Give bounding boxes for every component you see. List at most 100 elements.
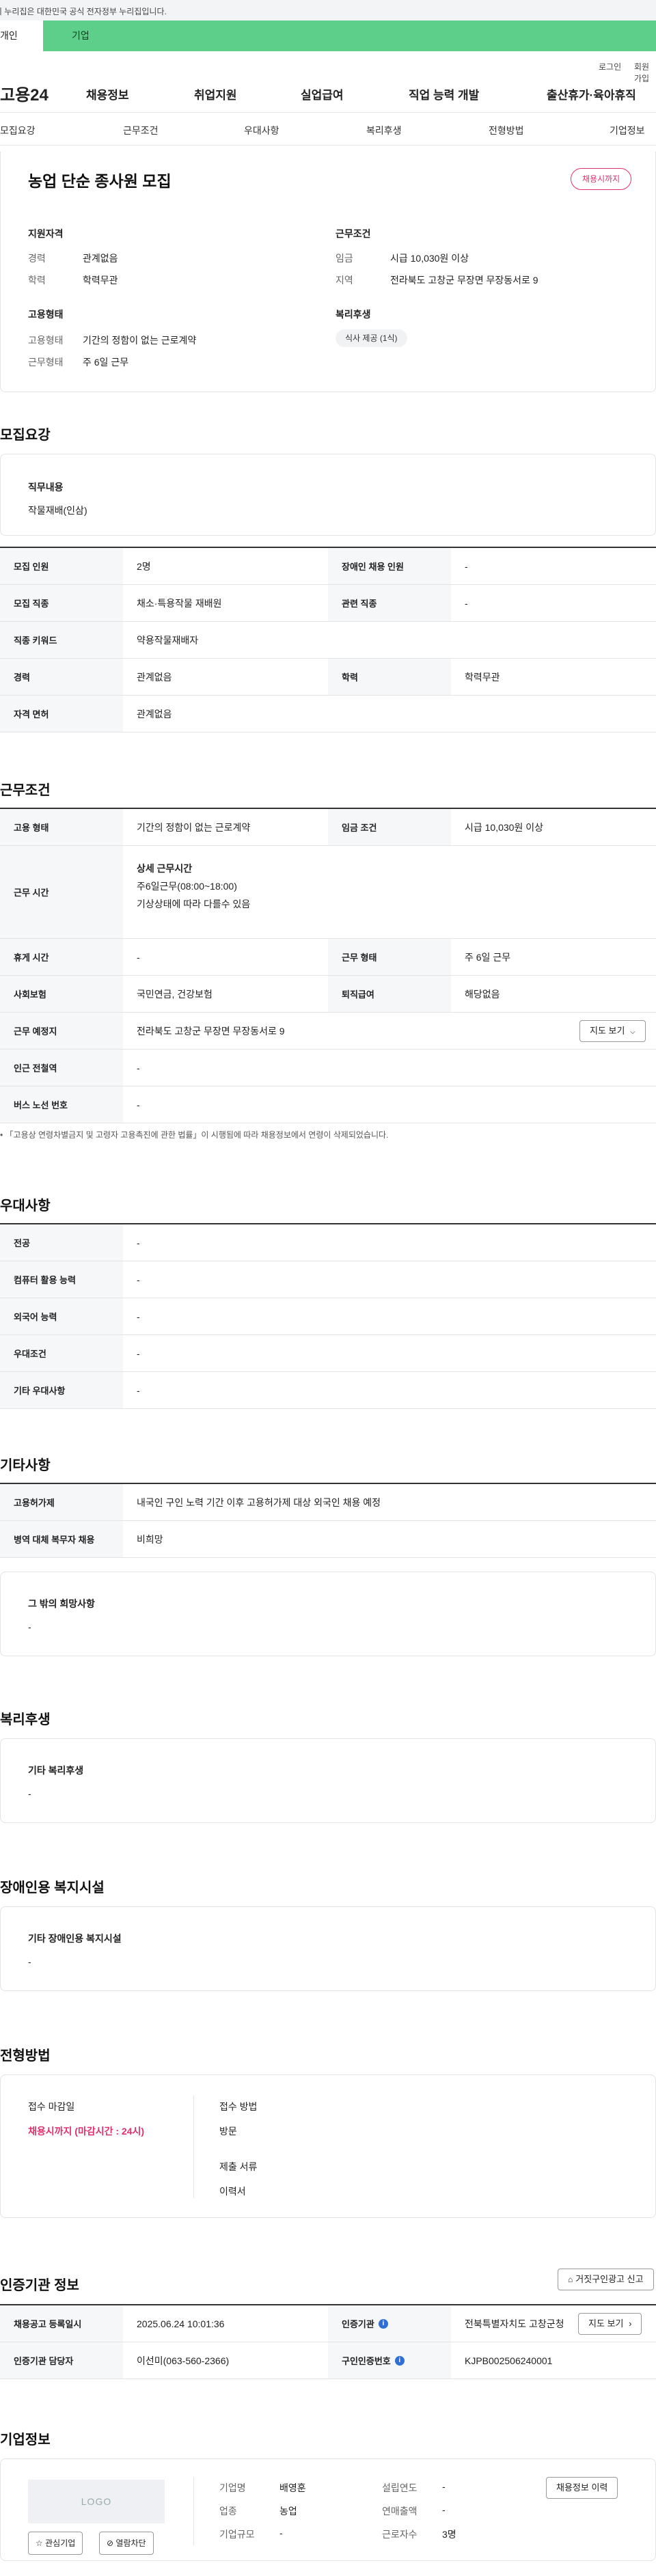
- gnb-menu-parental-leave[interactable]: 출산휴가·육아휴직: [547, 85, 636, 102]
- table-row: 병역 대체 복무자 채용 비희망: [0, 1521, 656, 1558]
- other-wishes-value: -: [28, 1621, 31, 1632]
- gnb-menu-employment-support[interactable]: 취업지원: [194, 85, 237, 102]
- id-label: 구인인증번호: [342, 2356, 391, 2366]
- job-history-button[interactable]: 채용정보 이력: [546, 2477, 618, 2499]
- row-label: 인증기관 i: [328, 2305, 451, 2342]
- row-label: 인근 전철역: [0, 1050, 123, 1086]
- anchor-preferences[interactable]: 우대사항: [244, 124, 279, 137]
- row-value: 채소·특용작물 재배원: [137, 597, 222, 609]
- org-map-button[interactable]: 지도 보기 ›: [578, 2313, 642, 2335]
- false-ad-report-label: 거짓구인광고 신고: [575, 2274, 644, 2284]
- row-value: 시급 10,030원 이상: [465, 821, 543, 833]
- welfare-section-title: 복리후생: [0, 1712, 51, 1727]
- favorite-company-button[interactable]: ☆ 관심기업: [28, 2532, 83, 2555]
- org-map-label: 지도 보기: [588, 2318, 624, 2329]
- tab-personal[interactable]: 개인: [0, 20, 43, 51]
- row-label: 외국어 능력: [0, 1298, 123, 1334]
- deadline-badge: 채용시까지: [571, 168, 632, 190]
- row-value: -: [137, 1237, 140, 1248]
- row-label: 모집 직종: [0, 585, 123, 621]
- row-label: 버스 노선 번호: [0, 1086, 123, 1123]
- row-value: 기간의 정함이 없는 근로계약: [137, 821, 251, 833]
- gov-banner: 이 누리집은 대한민국 공식 전자정부 누리집입니다.: [0, 0, 656, 20]
- cert-table: 채용공고 등록일시 2025.06.24 10:01:36 인증기관 i 전북특별…: [0, 2304, 656, 2379]
- gnb-menu-training[interactable]: 직업 능력 개발: [409, 85, 479, 102]
- method-label: 접수 방법: [219, 2101, 258, 2112]
- table-row: 컴퓨터 활용 능력 -: [0, 1261, 656, 1298]
- row-value: 비희망: [137, 1533, 163, 1545]
- selection-section-title: 전형방법: [0, 2049, 51, 2064]
- row-value: 2명: [137, 560, 151, 572]
- workform-value: 주 6일 근무: [83, 357, 129, 368]
- row-label: 자격 면허: [0, 696, 123, 732]
- row-label: 근무 시간: [0, 846, 123, 938]
- deadline-label: 접수 마감일: [28, 2101, 75, 2112]
- row-value: -: [465, 560, 468, 572]
- row-value: 2025.06.24 10:01:36: [137, 2318, 225, 2329]
- job-summary-card: 농업 단순 종사원 모집 채용시까지 지원자격 경력 관계없음 학력 학력무관 …: [0, 152, 656, 392]
- table-row: 직종 키워드 약용작물재배자: [0, 622, 656, 659]
- row-label: 직종 키워드: [0, 622, 123, 658]
- etc-table: 고용허가제 내국인 구인 노력 기간 이후 고용허가제 대상 외국인 채용 예정 …: [0, 1483, 656, 1558]
- docs-value: 이력서: [219, 2186, 246, 2197]
- site-logo[interactable]: 고용24: [0, 81, 49, 105]
- tab-company[interactable]: 기업: [43, 20, 139, 51]
- row-label: 고용 형태: [0, 809, 123, 845]
- note-bullet: •: [0, 1130, 5, 1140]
- work-table: 고용 형태 기간의 정함이 없는 근로계약 임금 조건 시급 10,030원 이…: [0, 808, 656, 1123]
- anchor-welfare[interactable]: 복리후생: [366, 124, 402, 137]
- qual-title: 지원자격: [28, 228, 64, 239]
- block-view-button[interactable]: ⊘ 열람차단: [99, 2532, 154, 2555]
- table-row: 인근 전철역 -: [0, 1050, 656, 1086]
- table-row: 모집 직종 채소·특용작물 재배원 관련 직종 -: [0, 585, 656, 622]
- deadline-value: 채용시까지 (마감시간 : 24시): [28, 2126, 145, 2137]
- row-value: -: [465, 597, 468, 609]
- row-value: 학력무관: [465, 671, 500, 683]
- table-row: 고용 형태 기간의 정함이 없는 근로계약 임금 조건 시급 10,030원 이…: [0, 809, 656, 846]
- anchor-conditions[interactable]: 근무조건: [123, 124, 159, 137]
- row-label: 사회보험: [0, 976, 123, 1012]
- company-box: LOGO ☆ 관심기업 ⊘ 열람차단 기업명 배영훈 업종 농업 기업규모 - …: [0, 2458, 656, 2561]
- region-label: 지역: [336, 275, 353, 286]
- gnb-menu-unemployment[interactable]: 실업급여: [301, 85, 344, 102]
- row-label: 기타 우대사항: [0, 1372, 123, 1408]
- row-value: -: [137, 1062, 140, 1073]
- anchor-selection[interactable]: 전형방법: [489, 124, 524, 137]
- chevron-down-icon: ⌵: [630, 1028, 636, 1036]
- row-value: 약용작물재배자: [137, 634, 199, 646]
- info-icon[interactable]: i: [378, 2318, 388, 2329]
- table-row: 버스 노선 번호 -: [0, 1086, 656, 1123]
- row-label: 임금 조건: [328, 809, 451, 845]
- row-label: 장애인 채용 인원: [328, 548, 451, 584]
- row-value: 이선미(063-560-2366): [137, 2355, 230, 2366]
- anchor-company[interactable]: 기업정보: [610, 124, 645, 137]
- career-label: 경력: [28, 253, 46, 264]
- table-row: 경력 관계없음 학력 학력무관: [0, 659, 656, 696]
- row-label: 채용공고 등록일시: [0, 2305, 123, 2342]
- false-ad-report-button[interactable]: ⌂ 거짓구인광고 신고: [558, 2269, 654, 2290]
- row-value: 전북특별자치도 고창군청: [465, 2318, 564, 2329]
- row-label: 고용허가제: [0, 1484, 123, 1520]
- founded-label: 설립연도: [382, 2482, 418, 2493]
- selection-divider: [193, 2096, 194, 2198]
- welfare-title: 복리후생: [336, 309, 371, 320]
- row-value: -: [137, 1099, 140, 1110]
- map-view-button[interactable]: 지도 보기 ⌵: [579, 1020, 646, 1042]
- row-value: -: [137, 951, 140, 963]
- login-link[interactable]: 로그인: [599, 61, 621, 72]
- industry-label: 업종: [219, 2506, 237, 2517]
- row-label: 휴게 시간: [0, 939, 123, 975]
- block-icon: ⊘: [107, 2538, 114, 2548]
- info-icon[interactable]: i: [394, 2355, 405, 2366]
- gnb-menu-jobs[interactable]: 채용정보: [86, 85, 129, 102]
- block-view-label: 열람차단: [115, 2538, 146, 2548]
- workform-label: 근무형태: [28, 357, 64, 368]
- work-section-title: 근무조건: [0, 783, 51, 798]
- edu-value: 학력무관: [83, 275, 118, 286]
- row-label: 경력: [0, 659, 123, 695]
- hours-line2: 기상상태에 따라 다를수 있음: [137, 899, 251, 909]
- table-row: 사회보험 국민연금, 건강보험 퇴직급여 해당없음: [0, 976, 656, 1013]
- other-wishes-box: 그 밖의 희망사항 -: [0, 1572, 656, 1656]
- anchor-recruit[interactable]: 모집요강: [0, 124, 36, 137]
- company-logo: LOGO: [28, 2480, 165, 2523]
